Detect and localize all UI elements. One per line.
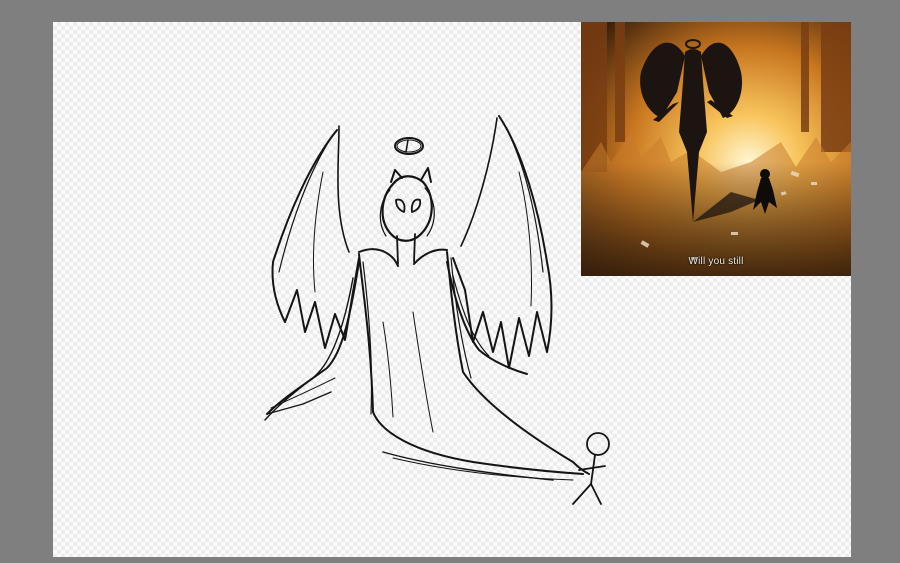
- video-subtitle: Will you still: [688, 256, 744, 267]
- app-workspace: Will you still: [0, 0, 900, 563]
- reference-scene-art: [581, 22, 851, 276]
- reference-image: Will you still: [581, 22, 851, 276]
